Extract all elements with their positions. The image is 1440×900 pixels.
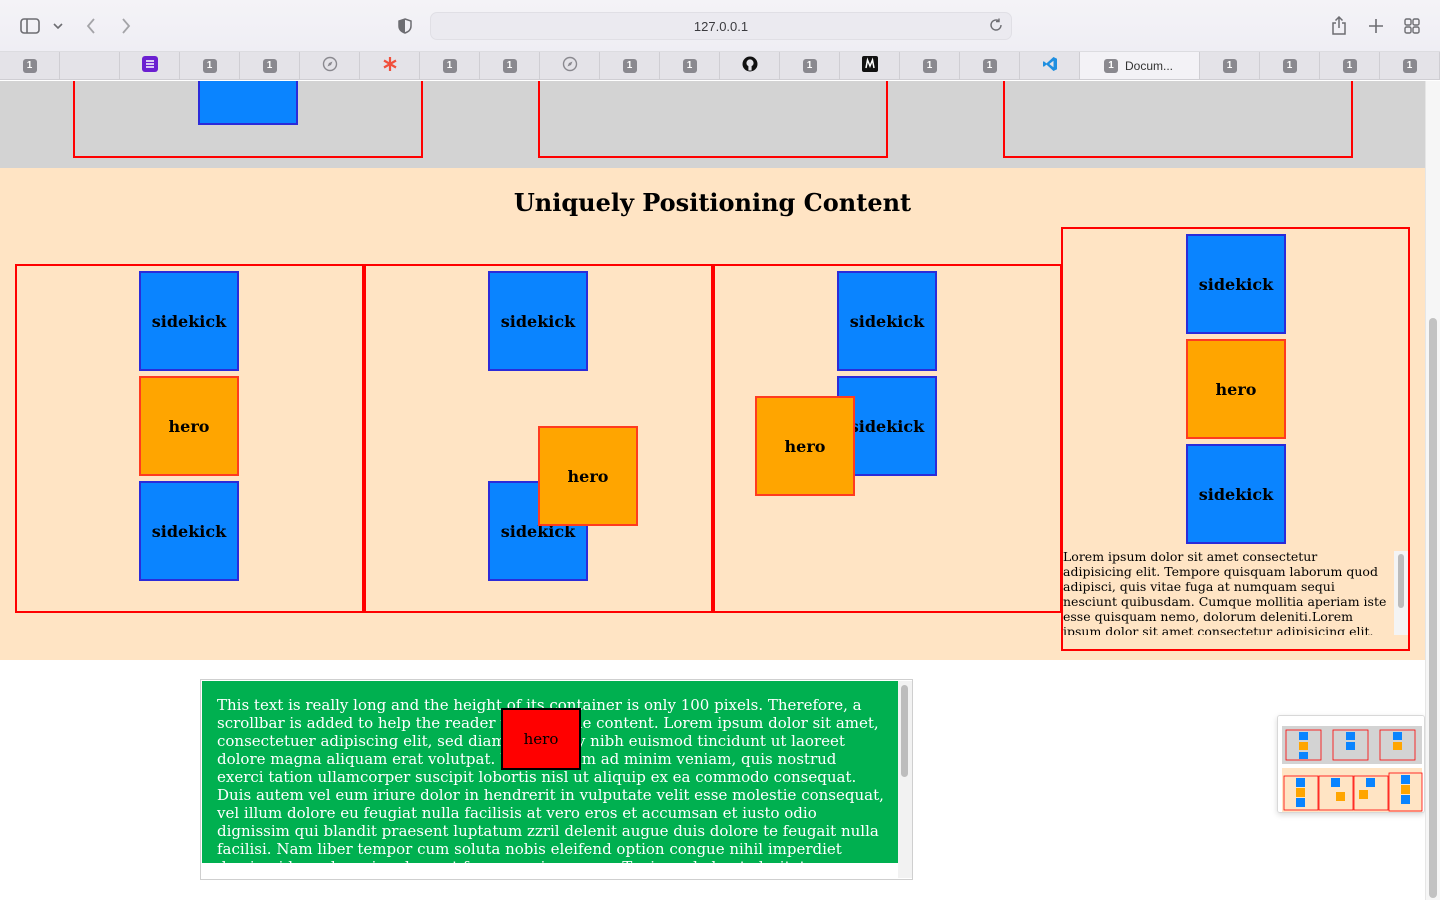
sidekick-box: sidekick	[139, 271, 239, 371]
tab-badge: 1	[682, 58, 697, 73]
scrollbar-thumb[interactable]	[1398, 554, 1404, 608]
page-scrollbar[interactable]	[1425, 81, 1440, 900]
content-box	[1003, 81, 1353, 158]
privacy-shield-icon[interactable]	[392, 13, 418, 39]
tab[interactable]: 1	[600, 52, 660, 79]
green-scroll-text[interactable]: This text is really long and the height …	[202, 681, 898, 863]
sidekick-box: sidekick	[1186, 234, 1286, 334]
tab-badge: 1	[622, 58, 637, 73]
hero-box: hero	[139, 376, 239, 476]
url-text: 127.0.0.1	[693, 18, 749, 34]
compass-icon	[562, 56, 578, 76]
tab-badge: 1	[922, 58, 937, 73]
tab[interactable]	[360, 52, 420, 79]
sidekick-box: sidekick	[139, 481, 239, 581]
page-scrollbar-thumb[interactable]	[1429, 318, 1437, 898]
tab-active[interactable]: 1 Docum...	[1080, 52, 1200, 79]
tab[interactable]	[840, 52, 900, 79]
list-app-icon	[141, 55, 158, 76]
asterisk-icon	[382, 56, 398, 76]
hero-box: hero	[1186, 339, 1286, 439]
content-box-relative: sidekick sidekick hero	[364, 264, 713, 613]
content-box-overflow: sidekick hero sidekick Lorem ipsum dolor…	[1061, 227, 1410, 651]
scrollbar[interactable]	[898, 681, 912, 878]
tab[interactable]: 1	[0, 52, 60, 79]
tab[interactable]: 1	[960, 52, 1020, 79]
content-box-static: sidekick hero sidekick	[15, 264, 364, 613]
hero-box-fixed: hero	[501, 708, 581, 770]
back-button[interactable]	[78, 13, 104, 39]
tab-badge: 1	[802, 58, 817, 73]
medium-m-icon	[861, 55, 878, 76]
tab-overview-icon[interactable]	[1399, 13, 1425, 39]
content-box	[73, 81, 423, 158]
tab[interactable]	[540, 52, 600, 79]
tab-badge: 1	[1402, 58, 1417, 73]
gray-section	[0, 81, 1425, 168]
scrollbar-thumb[interactable]	[901, 685, 908, 777]
sidekick-box-partial	[198, 81, 298, 125]
tab-badge: 1	[502, 58, 517, 73]
lorem-scroll-text[interactable]: Lorem ipsum dolor sit amet consectetur a…	[1063, 549, 1398, 635]
sidekick-box: sidekick	[1186, 444, 1286, 544]
tab-badge: 1	[442, 58, 457, 73]
tab[interactable]: 1	[900, 52, 960, 79]
tab-badge: 1	[1222, 58, 1237, 73]
tab[interactable]: 1	[1380, 52, 1440, 79]
tab-badge: 1	[1342, 58, 1357, 73]
tab[interactable]	[720, 52, 780, 79]
tab[interactable]: 1	[1200, 52, 1260, 79]
tab[interactable]: 1	[420, 52, 480, 79]
tab[interactable]: 1	[1260, 52, 1320, 79]
sidekick-box: sidekick	[488, 271, 588, 371]
tab[interactable]: 1	[660, 52, 720, 79]
content-box-absolute: sidekick sidekick hero	[713, 264, 1062, 613]
forward-button[interactable]	[113, 13, 139, 39]
tab[interactable]	[120, 52, 180, 79]
address-bar[interactable]: 127.0.0.1	[430, 12, 1012, 40]
github-icon	[742, 56, 758, 76]
overflow-container: This text is really long and the height …	[200, 679, 913, 880]
section-title: Uniquely Positioning Content	[513, 188, 912, 217]
tab-badge: 1	[202, 58, 217, 73]
page-viewport: Uniquely Positioning Content sidekick he…	[0, 81, 1425, 900]
vscode-icon	[1042, 56, 1058, 76]
tab[interactable]: 1	[780, 52, 840, 79]
tab-badge: 1	[1282, 58, 1297, 73]
tab-badge: 1	[1104, 58, 1118, 73]
tab[interactable]: 1	[240, 52, 300, 79]
sidebar-icon[interactable]	[17, 13, 43, 39]
tab[interactable]: 1	[480, 52, 540, 79]
reload-icon[interactable]	[989, 18, 1005, 34]
plus-icon[interactable]	[1363, 13, 1389, 39]
tab[interactable]	[300, 52, 360, 79]
chevron-down-icon[interactable]	[48, 13, 68, 39]
tab-badge: 1	[262, 58, 277, 73]
tab[interactable]	[60, 52, 120, 79]
tab-title: Docum...	[1125, 58, 1174, 73]
content-box	[538, 81, 888, 158]
scrollbar[interactable]	[1394, 551, 1408, 635]
share-icon[interactable]	[1326, 13, 1352, 39]
tab-badge: 1	[22, 58, 37, 73]
tab-badge: 1	[982, 58, 997, 73]
browser-toolbar: 127.0.0.1	[0, 0, 1440, 52]
tab[interactable]	[1020, 52, 1080, 79]
hero-box: hero	[755, 396, 855, 496]
sidekick-box: sidekick	[837, 271, 937, 371]
positioning-section: Uniquely Positioning Content sidekick he…	[0, 168, 1425, 660]
tab-strip: 1 1 1 1 1 1 1 1 1 1 1 Docum... 1 1 1 1	[0, 52, 1440, 80]
page-minimap-thumbnail[interactable]	[1277, 715, 1425, 813]
tab[interactable]: 1	[180, 52, 240, 79]
compass-icon	[322, 56, 338, 76]
hero-box: hero	[538, 426, 638, 526]
tab[interactable]: 1	[1320, 52, 1380, 79]
